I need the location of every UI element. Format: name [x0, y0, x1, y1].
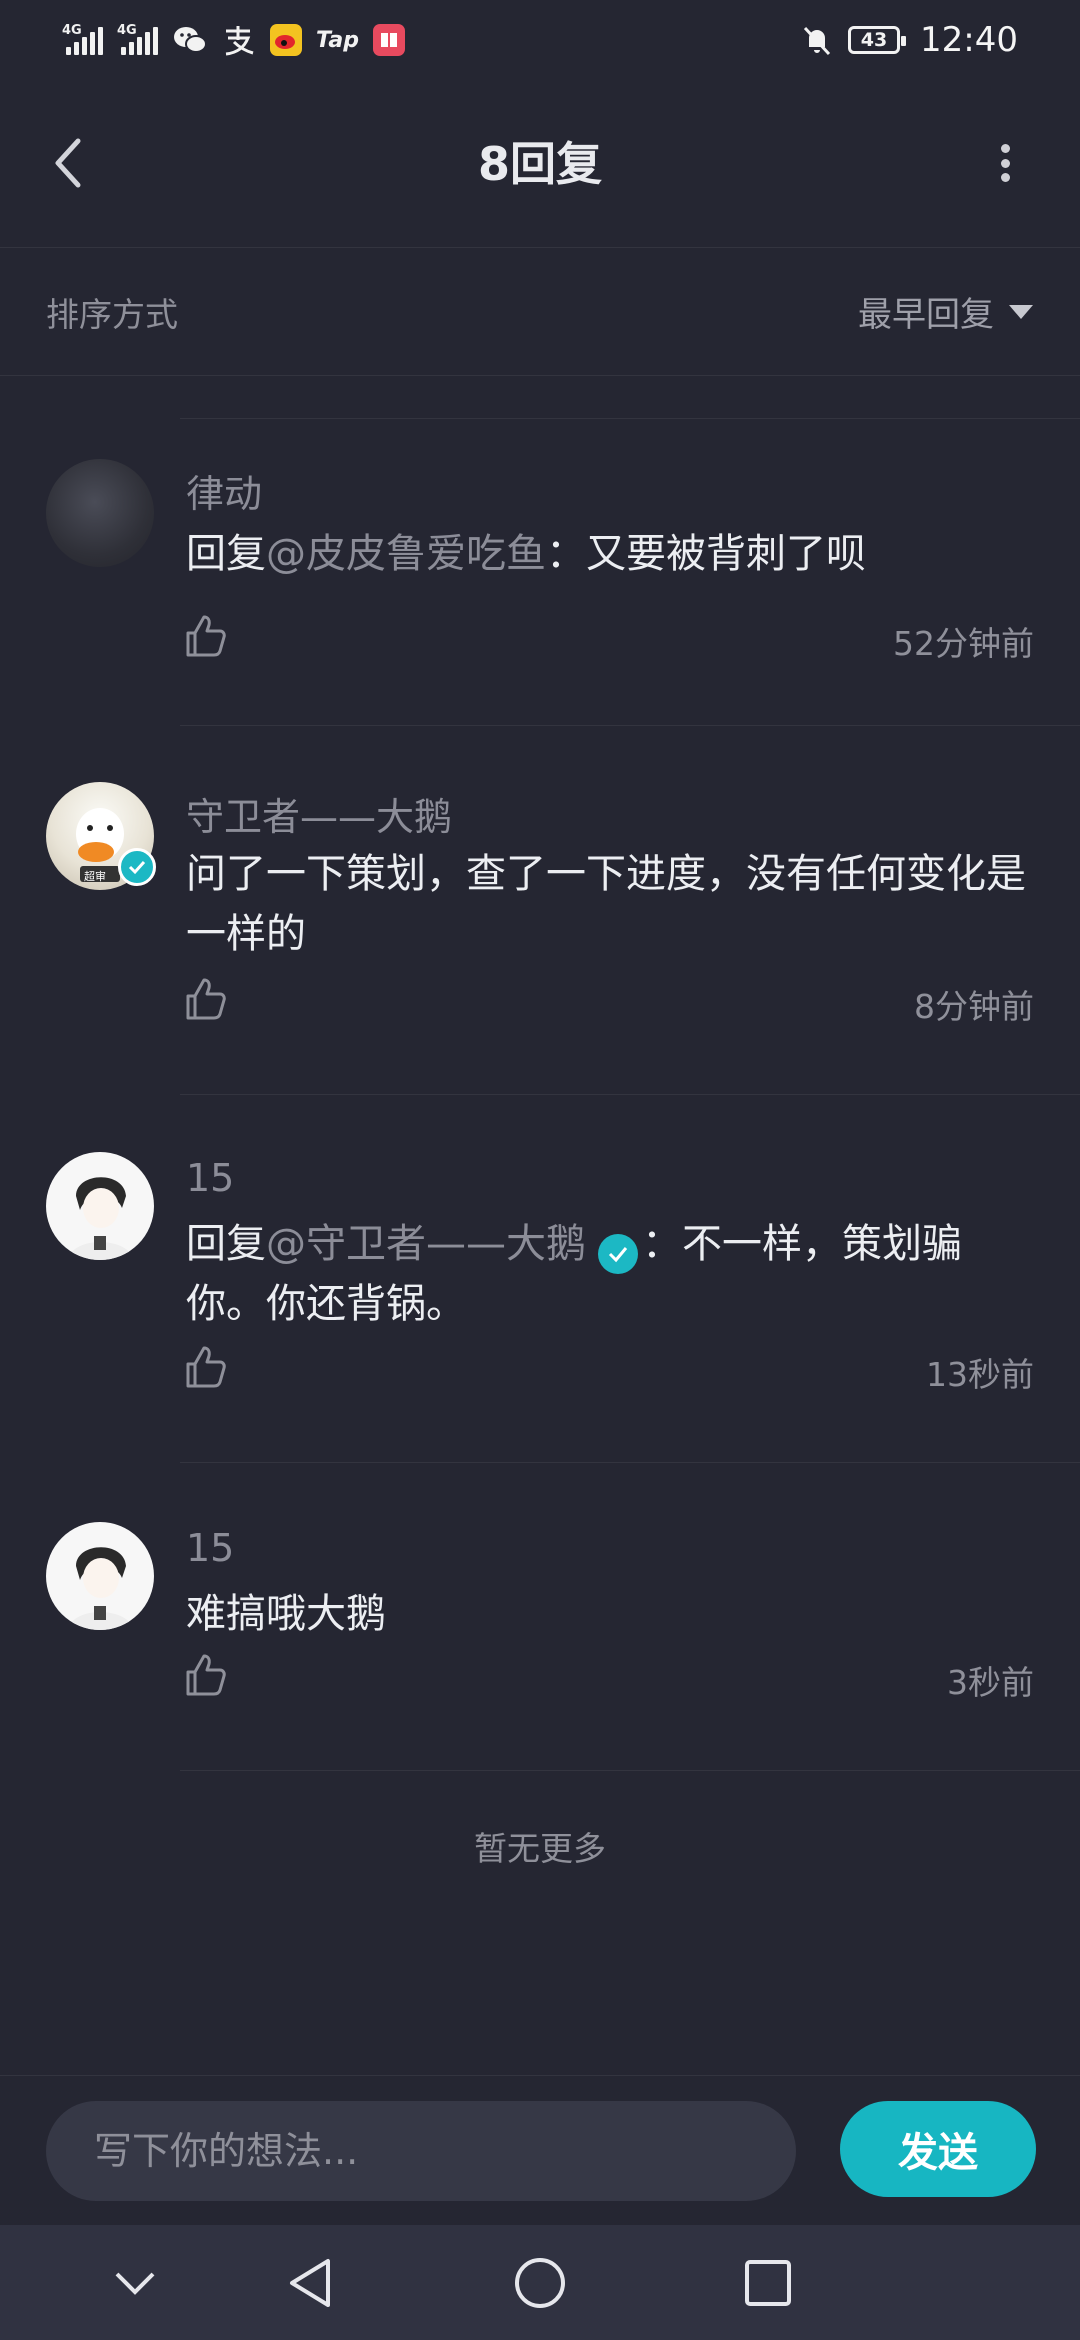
status-bar: 4G 4G Tap 43 12:40 [0, 0, 1080, 80]
system-nav-bar [0, 2225, 1080, 2340]
nav-back-button[interactable] [280, 2253, 340, 2313]
mute-bell-icon [803, 26, 831, 56]
thumbs-up-icon[interactable] [182, 613, 228, 659]
sort-label: 排序方式 [46, 294, 178, 334]
thumbs-up-icon[interactable] [182, 976, 228, 1022]
header: 8回复 [0, 80, 1080, 248]
caret-down-icon [1009, 304, 1033, 319]
comment-time: 8分钟前 [914, 987, 1034, 1026]
thumbs-up-icon[interactable] [182, 1652, 228, 1698]
divider [180, 418, 1080, 419]
comment-text: 回复@守卫者——大鹅 ：不一样，策划骗你。你还背锅。 [186, 1221, 962, 1327]
verified-badge-icon [118, 848, 156, 886]
comment-input[interactable] [46, 2101, 796, 2201]
page-title: 8回复 [477, 137, 602, 191]
signal-icon: 4G [62, 23, 103, 55]
nav-home-button[interactable] [510, 2253, 570, 2313]
divider [180, 1094, 1080, 1095]
wechat-icon [174, 27, 207, 53]
signal-icon-2: 4G [117, 23, 158, 55]
alipay-icon [225, 26, 254, 56]
weibo-icon [270, 24, 302, 56]
username[interactable]: 守卫者——大鹅 [186, 786, 452, 841]
avatar[interactable] [46, 1152, 154, 1260]
square-recents-icon [745, 2260, 791, 2306]
nav-recents-button[interactable] [738, 2253, 798, 2313]
username[interactable]: 15 [186, 1156, 234, 1200]
avatar[interactable] [46, 459, 154, 567]
divider [180, 1770, 1080, 1771]
circle-home-icon [515, 2258, 565, 2308]
screen: 4G 4G Tap 43 12:40 8回复 排序方式 最早回复 律动 回复@皮… [0, 0, 1080, 2340]
send-button[interactable]: 发送 [840, 2101, 1036, 2197]
comment-time: 3秒前 [947, 1663, 1034, 1702]
sort-selected-value: 最早回复 [858, 295, 994, 335]
battery-level: 43 [860, 29, 888, 51]
clock: 12:40 [920, 20, 1018, 60]
comment-text: 问了一下策划，查了一下进度，没有任何变化是一样的 [186, 851, 1026, 957]
comment-text: 回复@皮皮鲁爱吃鱼：又要被背刺了呗 [186, 531, 866, 577]
verified-badge-icon [598, 1234, 638, 1274]
network-type-label-2: 4G [117, 23, 137, 38]
comment-time: 13秒前 [926, 1355, 1034, 1394]
divider [180, 1462, 1080, 1463]
avatar-badge-text: 超审 [84, 870, 106, 883]
more-button[interactable] [990, 138, 1020, 188]
username[interactable]: 15 [186, 1526, 234, 1570]
network-type-label: 4G [62, 23, 82, 38]
username[interactable]: 律动 [186, 463, 262, 518]
mention-link[interactable]: @守卫者——大鹅 [266, 1221, 586, 1267]
status-right: 43 12:40 [800, 20, 1018, 60]
thumbs-up-icon[interactable] [182, 1344, 228, 1390]
sort-dropdown[interactable]: 最早回复 [858, 287, 1034, 336]
chevron-down-icon [115, 2272, 155, 2295]
comment-text: 难搞哦大鹅 [186, 1591, 386, 1637]
more-vertical-icon [1000, 144, 1010, 153]
mention-link[interactable]: @皮皮鲁爱吃鱼 [266, 531, 546, 577]
battery-icon: 43 [848, 26, 907, 54]
status-left: 4G 4G Tap [62, 23, 405, 56]
triangle-back-icon [290, 2259, 330, 2307]
book-app-icon [373, 24, 405, 56]
divider [180, 725, 1080, 726]
avatar[interactable] [46, 1522, 154, 1630]
partial-like-icon [186, 370, 222, 390]
nav-hide-button[interactable] [105, 2253, 165, 2313]
sort-row: 排序方式 最早回复 [0, 248, 1080, 376]
comment-composer: 发送 [0, 2075, 1080, 2225]
no-more-label: 暂无更多 [474, 1829, 606, 1868]
comment-time: 52分钟前 [893, 624, 1034, 663]
taptap-icon: Tap [316, 27, 359, 53]
